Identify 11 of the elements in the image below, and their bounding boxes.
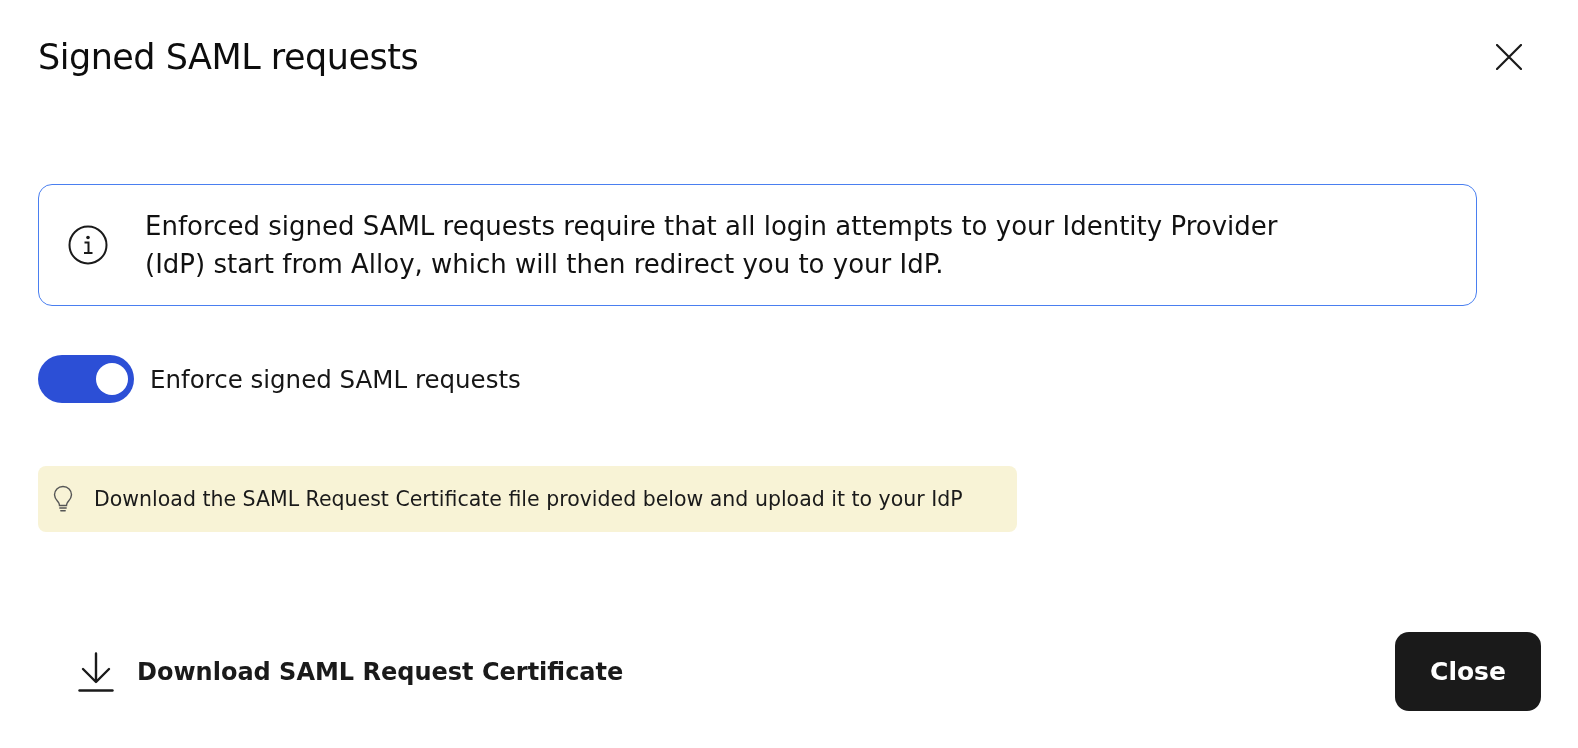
info-text: Enforced signed SAML requests require that all login attempts to your Identity Provider (IdP) start from Alloy, which will then redirect you to your IdP. (145, 210, 1279, 281)
toggle-switch[interactable] (38, 355, 134, 403)
info-icon (68, 225, 108, 265)
download-icon (78, 651, 114, 692)
close-button[interactable]: Close (1395, 632, 1541, 711)
dialog-title: Signed SAML requests (38, 36, 419, 78)
tip-text: Download the SAML Request Certificate file provided below and upload it to your IdP (94, 487, 963, 511)
toggle-label: Enforce signed SAML requests (150, 364, 521, 394)
close-icon[interactable] (1496, 44, 1522, 70)
lightbulb-icon (53, 485, 73, 513)
download-link[interactable]: Download SAML Request Certificate (58, 632, 644, 711)
